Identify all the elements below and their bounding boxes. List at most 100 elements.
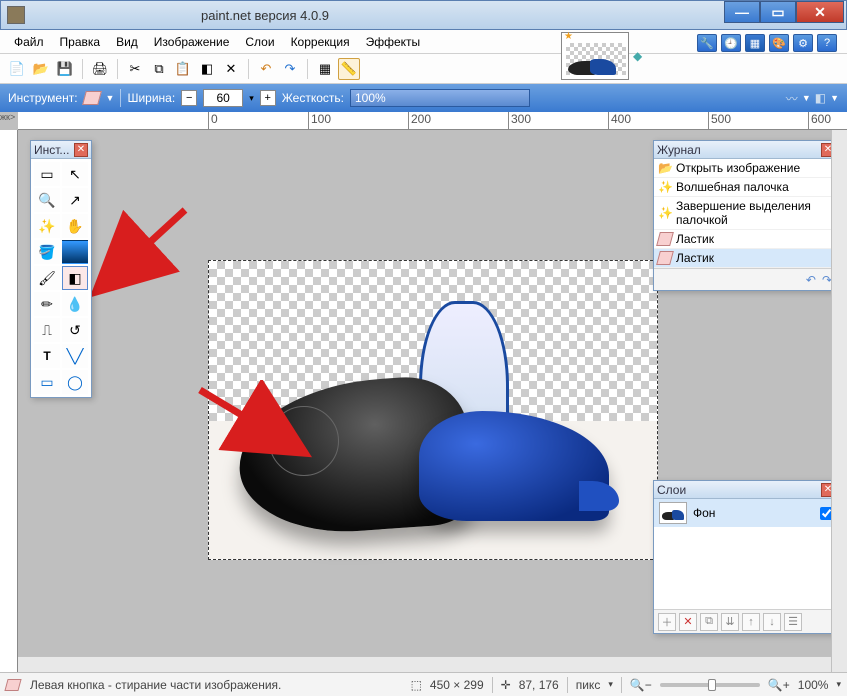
tool-color-picker[interactable]: 💧 bbox=[62, 292, 88, 316]
eraser-icon[interactable] bbox=[82, 91, 102, 105]
grid-icon[interactable]: ▦ bbox=[314, 58, 336, 80]
canvas[interactable] bbox=[208, 260, 658, 560]
wrench-icon[interactable]: 🔧 bbox=[697, 34, 717, 52]
canvas-size: 450 × 299 bbox=[430, 678, 484, 692]
hardness-slider[interactable]: 100% bbox=[350, 89, 530, 107]
zoom-out-button[interactable]: 🔍− bbox=[630, 678, 652, 692]
menu-adjustments[interactable]: Коррекция bbox=[283, 32, 358, 52]
move-down-button[interactable]: ↓ bbox=[763, 613, 781, 631]
tool-ellipse[interactable]: ◯ bbox=[62, 370, 88, 394]
merge-down-button[interactable]: ⇊ bbox=[721, 613, 739, 631]
open-icon: 📂 bbox=[658, 161, 672, 175]
redo-icon[interactable]: ↷ bbox=[279, 58, 301, 80]
close-icon[interactable]: ✕ bbox=[74, 143, 88, 157]
unsaved-star-icon: ★ bbox=[564, 31, 573, 42]
zoom-slider[interactable] bbox=[660, 683, 760, 687]
layers-panel[interactable]: Слои✕ Фон ＋ ✕ ⧉ ⇊ ↑ ↓ ☰ bbox=[653, 480, 839, 634]
tool-pencil[interactable]: ✏ bbox=[34, 292, 60, 316]
tool-move-selection[interactable]: ↖ bbox=[62, 162, 88, 186]
width-input[interactable] bbox=[203, 89, 243, 107]
horizontal-scrollbar[interactable] bbox=[18, 656, 831, 672]
clock-icon[interactable]: 🕘 bbox=[721, 34, 741, 52]
tool-line[interactable]: ╲╱ bbox=[62, 344, 88, 368]
app-icon bbox=[7, 6, 25, 24]
crop-icon[interactable]: ◧ bbox=[196, 58, 218, 80]
width-increase-button[interactable]: + bbox=[260, 90, 276, 106]
zoom-level: 100% bbox=[798, 678, 829, 692]
document-thumbnail-strip: ★ ◆ bbox=[561, 30, 647, 82]
save-icon[interactable]: 💾 bbox=[54, 58, 76, 80]
cut-icon[interactable]: ✂ bbox=[124, 58, 146, 80]
maximize-button[interactable]: ▭ bbox=[760, 1, 796, 23]
menu-view[interactable]: Вид bbox=[108, 32, 146, 52]
copy-icon[interactable]: ⧉ bbox=[148, 58, 170, 80]
hardness-value: 100% bbox=[355, 91, 386, 105]
menu-image[interactable]: Изображение bbox=[146, 32, 238, 52]
layer-properties-button[interactable]: ☰ bbox=[784, 613, 802, 631]
vertical-scrollbar[interactable] bbox=[831, 130, 847, 672]
status-bar: Левая кнопка - стирание части изображени… bbox=[0, 672, 847, 696]
zoom-in-button[interactable]: 🔍+ bbox=[768, 678, 790, 692]
canvas-size-icon: ⬚ bbox=[411, 678, 422, 692]
tool-pan[interactable]: ✋ bbox=[62, 214, 88, 238]
tool-lasso[interactable]: 🔍 bbox=[34, 188, 60, 212]
utility-buttons: 🔧 🕘 ▦ 🎨 ⚙ ? bbox=[697, 34, 837, 52]
duplicate-layer-button[interactable]: ⧉ bbox=[700, 613, 718, 631]
help-icon[interactable]: ? bbox=[817, 34, 837, 52]
blend-icon[interactable]: ◧ bbox=[815, 91, 826, 105]
cursor-pos-icon: ✛ bbox=[501, 678, 511, 692]
deselect-icon[interactable]: ✕ bbox=[220, 58, 242, 80]
width-decrease-button[interactable]: − bbox=[181, 90, 197, 106]
tool-gradient[interactable] bbox=[62, 240, 88, 264]
history-item[interactable]: ✨Завершение выделения палочкой bbox=[654, 197, 838, 230]
layers-panel-title: Слои bbox=[657, 483, 686, 497]
undo-icon[interactable]: ↶ bbox=[255, 58, 277, 80]
antialias-icon[interactable]: 〰 bbox=[786, 90, 798, 107]
hardness-label: Жесткость: bbox=[282, 91, 344, 105]
print-icon[interactable]: 🖨 bbox=[89, 58, 111, 80]
tool-paintbrush[interactable]: 🖌 bbox=[34, 266, 60, 290]
vertical-ruler bbox=[0, 130, 18, 676]
tool-options-bar: Инструмент: ▼ Ширина: − ▾ + Жесткость: 1… bbox=[0, 84, 847, 112]
close-button[interactable]: ✕ bbox=[796, 1, 844, 23]
tool-rectangle[interactable]: ▭ bbox=[34, 370, 60, 394]
history-panel[interactable]: Журнал✕ 📂Открыть изображение ✨Волшебная … bbox=[653, 140, 839, 291]
history-item[interactable]: ✨Волшебная палочка bbox=[654, 178, 838, 197]
tool-move-pixels[interactable]: ↗ bbox=[62, 188, 88, 212]
menu-edit[interactable]: Правка bbox=[52, 32, 109, 52]
unit-label[interactable]: пикс bbox=[576, 678, 601, 692]
layers-toggle-icon[interactable]: ▦ bbox=[745, 34, 765, 52]
tool-recolor[interactable]: ↺ bbox=[62, 318, 88, 342]
open-icon[interactable]: 📂 bbox=[30, 58, 52, 80]
tool-clone-stamp[interactable]: ⎍ bbox=[34, 318, 60, 342]
history-item[interactable]: 📂Открыть изображение bbox=[654, 159, 838, 178]
tool-dropdown-icon[interactable]: ▼ bbox=[106, 93, 115, 103]
width-dropdown-icon[interactable]: ▾ bbox=[249, 93, 254, 104]
tool-rect-select[interactable]: ▭ bbox=[34, 162, 60, 186]
gear-icon[interactable]: ⚙ bbox=[793, 34, 813, 52]
new-icon[interactable]: 📄 bbox=[6, 58, 28, 80]
tools-panel[interactable]: Инст...✕ ▭ ↖ 🔍 ↗ ✨ ✋ 🪣 🖌 ◧ ✏ 💧 ⎍ ↺ T ╲╱ … bbox=[30, 140, 92, 398]
move-up-button[interactable]: ↑ bbox=[742, 613, 760, 631]
undo-icon[interactable]: ↶ bbox=[806, 273, 816, 287]
history-item[interactable]: Ластик bbox=[654, 230, 838, 249]
cursor-position: 87, 176 bbox=[519, 678, 559, 692]
delete-layer-button[interactable]: ✕ bbox=[679, 613, 697, 631]
ruler-icon[interactable]: 📏 bbox=[338, 58, 360, 80]
layer-row[interactable]: Фон bbox=[654, 499, 838, 527]
menu-file[interactable]: Файл bbox=[6, 32, 52, 52]
document-thumbnail[interactable]: ★ bbox=[561, 32, 629, 80]
paste-icon[interactable]: 📋 bbox=[172, 58, 194, 80]
palette-icon[interactable]: 🎨 bbox=[769, 34, 789, 52]
tool-eraser[interactable]: ◧ bbox=[62, 266, 88, 290]
tool-magic-wand[interactable]: ✨ bbox=[34, 214, 60, 238]
history-item[interactable]: Ластик bbox=[654, 249, 838, 268]
menu-effects[interactable]: Эффекты bbox=[358, 32, 429, 52]
tool-paint-bucket[interactable]: 🪣 bbox=[34, 240, 60, 264]
wand-icon: ✨ bbox=[658, 206, 672, 220]
minimize-button[interactable]: — bbox=[724, 1, 760, 23]
eraser-icon bbox=[656, 251, 674, 265]
menu-layers[interactable]: Слои bbox=[237, 32, 282, 52]
tool-text[interactable]: T bbox=[34, 344, 60, 368]
add-layer-button[interactable]: ＋ bbox=[658, 613, 676, 631]
